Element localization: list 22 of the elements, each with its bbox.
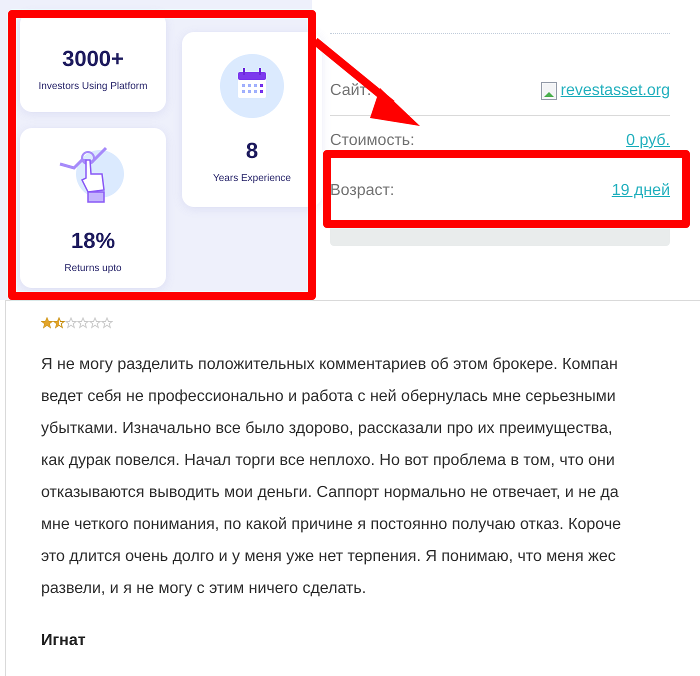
- star-icon: [65, 317, 77, 329]
- star-icon: [53, 317, 65, 329]
- stat-label: Returns upto: [64, 262, 122, 276]
- stat-label: Years Experience: [212, 172, 291, 186]
- stat-value: 18%: [70, 227, 116, 255]
- review-author: Игнат: [41, 631, 87, 651]
- calendar-icon: [220, 54, 284, 118]
- stat-label: Investors Using Platform: [38, 80, 148, 94]
- image-icon: [540, 82, 557, 100]
- info-label: Сайт:: [330, 80, 372, 100]
- star-icon: [101, 317, 113, 329]
- info-link[interactable]: 0 руб.: [626, 129, 670, 153]
- review-text: Я не могу разделить положительных комментариев об этом брокере. Компан ведет себя не профессионально и работа с ней обернулась мне серьезными убытками. Изначально все было здорово, рассказали про их преимущества, как дурак повелся. Начал торги все неплохо. Но вот проблема в том, что они отказываются выводить мои деньги. Саппорт нормально не отвечает, и не да мне четкого понимания, по какой причине я постоянно получаю отказ. Короче это длится очень долго и у меня уже нет терпения. Я понимаю, что меня жес развели, и я не могу с этим ничего сделать.: [41, 355, 622, 599]
- info-link[interactable]: 19 дней: [612, 179, 670, 203]
- star-icon: [89, 317, 101, 329]
- stat-value: 8: [246, 136, 258, 164]
- star-icon: [41, 317, 53, 329]
- stat-value: 3000+: [62, 45, 124, 73]
- info-label: Возраст:: [330, 181, 394, 201]
- info-label: Стоимость:: [330, 131, 415, 151]
- info-link[interactable]: revestasset.org: [560, 78, 670, 102]
- star-icon: [77, 317, 89, 329]
